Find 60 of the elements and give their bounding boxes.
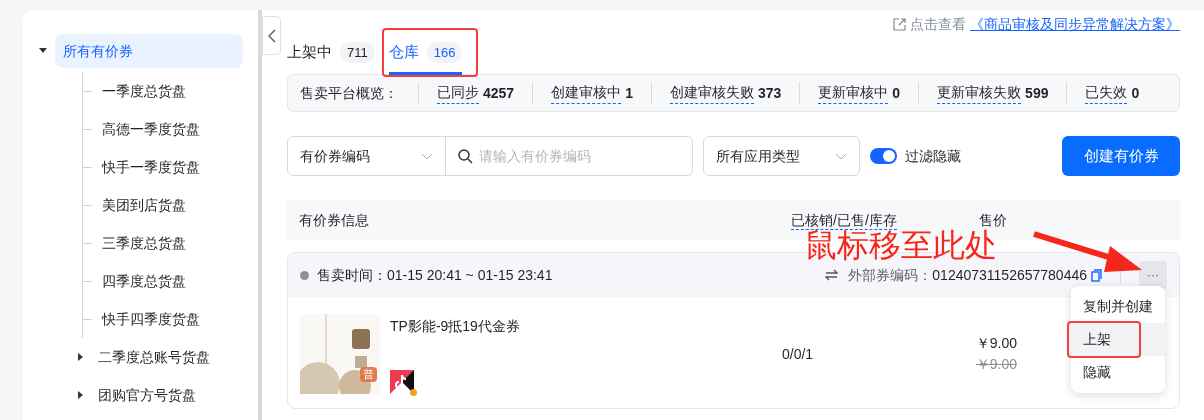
column-header[interactable]: 已核销/已售/库存 [791, 210, 897, 230]
tree-item[interactable]: 美团到店货盘 [102, 194, 186, 216]
app-icon [390, 370, 414, 394]
stat-value: 373 [757, 83, 782, 103]
swap-icon [825, 269, 839, 281]
stat-label[interactable]: 已失效 [1085, 82, 1128, 104]
tree-item[interactable]: 二季度总账号货盘 [98, 346, 210, 368]
tab-count: 166 [426, 41, 463, 63]
chevron-down-icon [835, 152, 847, 160]
help-link[interactable]: 《商品审核及同步异常解决方案》 [970, 14, 1180, 35]
copy-icon[interactable] [1091, 268, 1102, 282]
select-field[interactable]: 有价券编码 [287, 136, 446, 176]
stat-label[interactable]: 更新审核中 [818, 82, 889, 104]
inventory-count: 0/0/1 [782, 344, 815, 364]
tab[interactable]: 仓库 166 [388, 30, 463, 74]
search-icon [458, 148, 473, 164]
type-badge: 普 [360, 367, 377, 382]
external-code: 01240731152657780446 [932, 265, 1087, 285]
search-input[interactable]: 请输入有价券编码 [479, 145, 679, 167]
external-link-icon [893, 18, 906, 31]
menu-item[interactable]: 上架 [1071, 323, 1165, 356]
annotation-text: 鼠标移至此处 [805, 229, 997, 262]
tree-item[interactable]: 团购官方号货盘 [98, 384, 196, 406]
sale-time: 售卖时间：01-15 20:41 ~ 01-15 23:41 [317, 265, 553, 285]
column-header: 售价 [978, 210, 1007, 229]
chevron-down-icon [421, 152, 433, 160]
code-label: 外部券编码： [848, 265, 933, 285]
stat-value: 4257 [483, 83, 515, 103]
tree-item[interactable]: 快手四季度货盘 [102, 308, 200, 330]
coupon-title: TP影能-9抵19代金券 [390, 317, 521, 336]
tree-item[interactable]: 三季度总货盘 [102, 232, 186, 254]
tree-item[interactable]: 四季度总货盘 [102, 270, 186, 292]
chevron-left-icon [267, 28, 276, 43]
toggle-switch[interactable] [870, 148, 897, 164]
stat-value: 599 [1025, 83, 1049, 103]
stat-value: 0 [1131, 83, 1140, 103]
original-price: ￥9.00 [975, 355, 1017, 374]
stat-value: 0 [892, 83, 901, 103]
column-header: 有价券信息 [298, 210, 370, 230]
stat-label[interactable]: 已同步 [437, 82, 479, 104]
toggle-label: 过滤隐藏 [905, 146, 961, 166]
stat-label[interactable]: 创建审核中 [551, 82, 622, 104]
stat-value: 1 [625, 83, 633, 103]
more-button[interactable]: ··· [1139, 261, 1167, 289]
link-prefix: 点击查看 [910, 15, 966, 34]
stat-label[interactable]: 创建审核失败 [669, 82, 754, 104]
tree-item[interactable]: 一季度总货盘 [102, 80, 186, 102]
select-field[interactable]: 所有应用类型 [703, 136, 860, 176]
menu-item[interactable]: 复制并创建 [1071, 290, 1165, 323]
tree-item[interactable]: 快手一季度货盘 [102, 156, 200, 178]
overview-title: 售卖平台概览： [300, 82, 419, 104]
price: ￥9.00 [975, 334, 1017, 353]
tab-count: 711 [340, 41, 375, 63]
tree-item[interactable]: 高德一季度货盘 [102, 118, 200, 140]
menu-item[interactable]: 隐藏 [1071, 356, 1165, 389]
search-field[interactable]: 请输入有价券编码 [446, 136, 693, 176]
stat-label[interactable]: 更新审核失败 [937, 82, 1022, 104]
tree-item[interactable]: 所有有价券 [55, 34, 243, 68]
create-button[interactable]: 创建有价券 [1062, 136, 1180, 176]
tab[interactable]: 上架中 711 [287, 30, 375, 74]
